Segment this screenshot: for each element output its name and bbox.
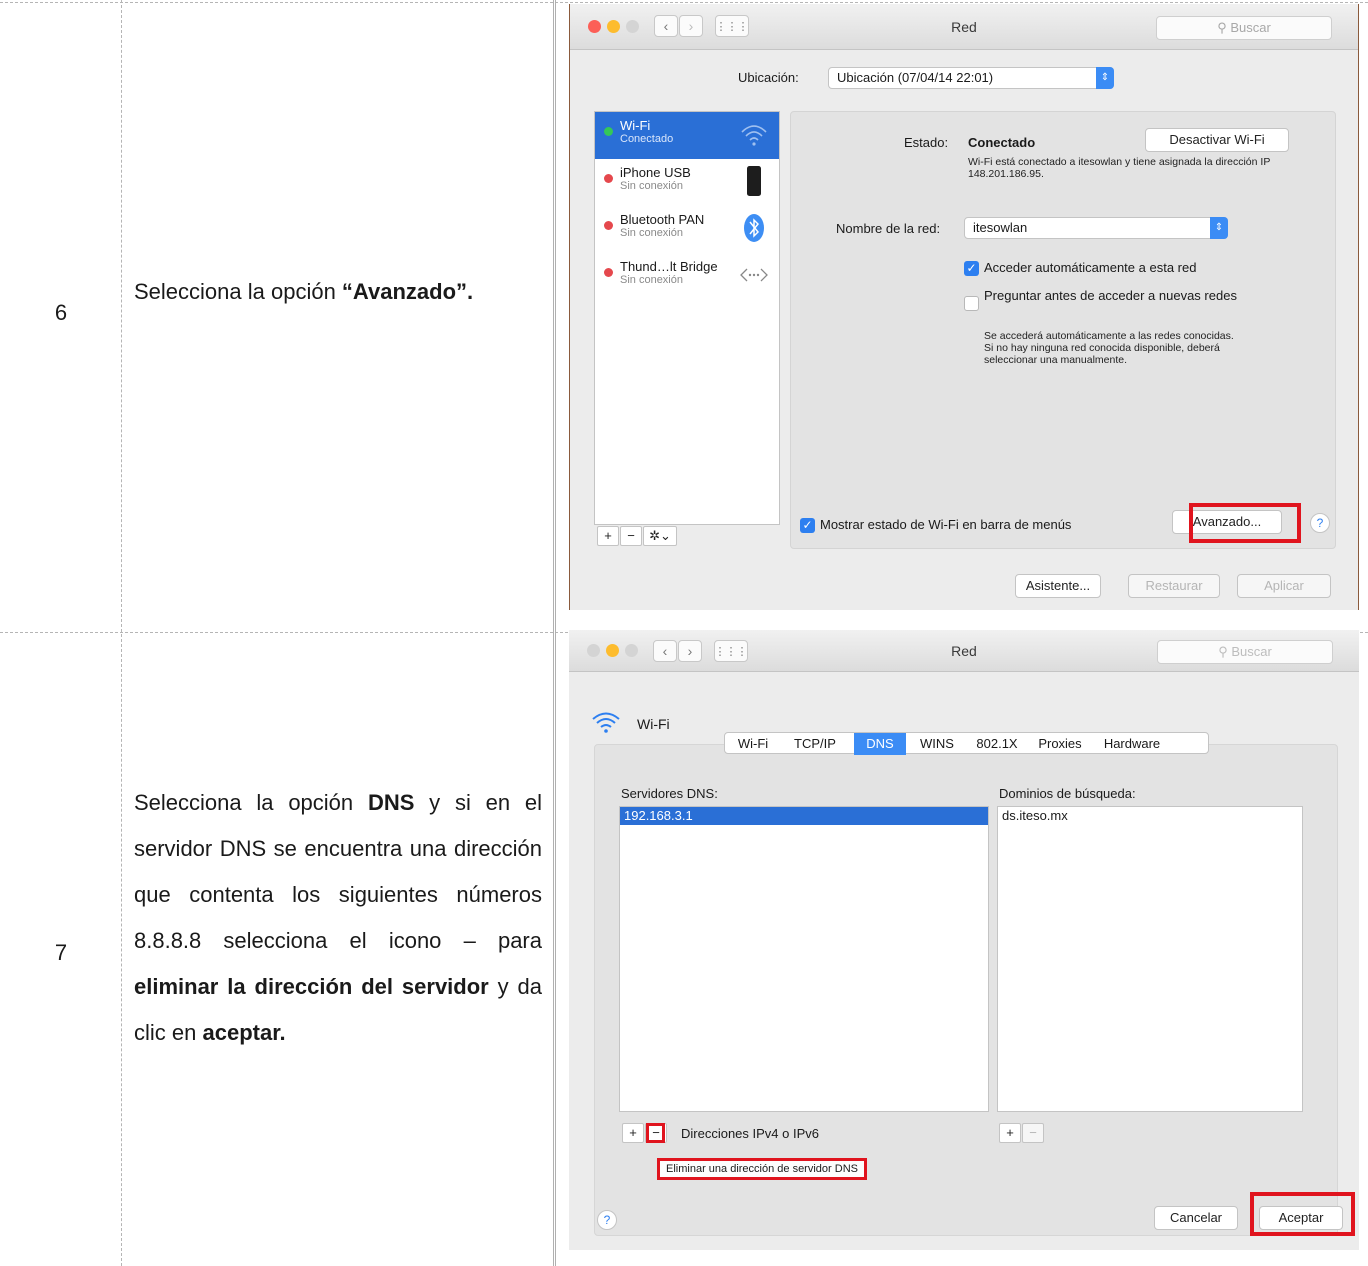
ask-join-checkbox[interactable] — [964, 296, 979, 311]
add-dns-server-button[interactable]: + — [622, 1123, 644, 1143]
search-field[interactable]: ⚲ Buscar — [1157, 640, 1333, 664]
search-domains-label: Dominios de búsqueda: — [999, 786, 1136, 801]
dns-server-row[interactable]: 192.168.3.1 — [620, 807, 988, 825]
add-service-button[interactable]: + — [597, 526, 619, 546]
service-item-thunderbolt-bridge[interactable]: Thund…lt Bridge Sin conexión — [595, 253, 779, 300]
step-number: 7 — [54, 940, 68, 965]
tooltip: Eliminar una dirección de servidor DNS — [657, 1158, 867, 1180]
bluetooth-icon — [744, 214, 764, 242]
service-status: Conectado — [620, 133, 674, 145]
gear-icon: ✲⌄ — [649, 528, 671, 543]
add-search-domain-button[interactable]: + — [999, 1123, 1021, 1143]
tab-proxies[interactable]: Proxies — [1030, 733, 1090, 755]
status-dot — [604, 174, 613, 183]
service-item-iphone-usb[interactable]: iPhone USB Sin conexión — [595, 159, 779, 206]
ask-join-label: Preguntar antes de acceder a nuevas rede… — [984, 288, 1237, 303]
status-dot — [604, 268, 613, 277]
plus-icon: + — [629, 1125, 637, 1140]
auto-join-checkbox[interactable]: ✓ — [964, 261, 979, 276]
service-name: Wi-Fi — [620, 118, 651, 133]
question-icon: ? — [603, 1213, 611, 1227]
network-name-label: Nombre de la red: — [836, 221, 941, 236]
service-status: Sin conexión — [620, 180, 683, 192]
network-advanced-window: ‹ › ⋮⋮⋮ Red ⚲ Buscar Wi-Fi Wi-Fi TCP/IP … — [569, 630, 1359, 1250]
search-field[interactable]: ⚲ Buscar — [1156, 16, 1332, 40]
stepper-arrows-icon: ⇕ — [1210, 217, 1228, 239]
tab-tcpip[interactable]: TCP/IP — [781, 733, 849, 755]
status-dot — [604, 127, 613, 136]
ask-join-description: Se accederá automáticamente a las redes … — [984, 330, 1234, 366]
restore-button[interactable]: Restaurar — [1128, 574, 1220, 598]
remove-search-domain-button[interactable]: − — [1022, 1123, 1044, 1143]
location-label: Ubicación: — [738, 70, 799, 85]
search-icon: ⚲ — [1217, 20, 1231, 35]
service-status: Sin conexión — [620, 274, 683, 286]
network-name-select[interactable]: itesowlan ⇕ — [964, 217, 1228, 239]
service-status: Sin conexión — [620, 227, 683, 239]
tab-wins[interactable]: WINS — [909, 733, 965, 755]
dns-servers-list[interactable]: 192.168.3.1 — [619, 806, 989, 1112]
title-bar: ‹ › ⋮⋮⋮ Red ⚲ Buscar — [569, 630, 1359, 672]
stepper-arrows-icon: ⇕ — [1096, 67, 1114, 89]
network-bridge-icon — [740, 268, 768, 282]
plus-icon: + — [1006, 1125, 1014, 1140]
apply-button[interactable]: Aplicar — [1237, 574, 1331, 598]
question-icon: ? — [1316, 516, 1324, 530]
highlight-box — [646, 1123, 665, 1143]
tab-8021x[interactable]: 802.1X — [967, 733, 1027, 755]
tab-hardware[interactable]: Hardware — [1093, 733, 1171, 755]
help-button[interactable]: ? — [1310, 513, 1330, 533]
search-icon: ⚲ — [1218, 644, 1232, 659]
status-value: Conectado — [968, 135, 1036, 150]
cancel-button[interactable]: Cancelar — [1154, 1206, 1238, 1230]
minus-icon: − — [1029, 1125, 1037, 1140]
interface-name: Wi-Fi — [637, 716, 670, 732]
service-name: Bluetooth PAN — [620, 212, 705, 227]
status-dot — [604, 221, 613, 230]
sheet-panel: Wi-Fi Wi-Fi TCP/IP DNS WINS 802.1X Proxi… — [569, 672, 1359, 1250]
tab-bar: Wi-Fi TCP/IP DNS WINS 802.1X Proxies Har… — [724, 732, 1209, 755]
help-button[interactable]: ? — [597, 1210, 617, 1230]
service-name: iPhone USB — [620, 165, 691, 180]
service-name: Thund…lt Bridge — [620, 259, 718, 274]
highlight-box — [1189, 503, 1301, 543]
show-status-label: Mostrar estado de Wi-Fi en barra de menú… — [820, 517, 1072, 532]
remove-service-button[interactable]: − — [620, 526, 642, 546]
address-hint: Direcciones IPv4 o IPv6 — [681, 1126, 820, 1141]
step-instruction: Selecciona la opción “Avanzado”. — [134, 279, 474, 304]
service-list[interactable]: Wi-Fi Conectado iPhone USB Sin conexión … — [594, 111, 780, 525]
assistant-button[interactable]: Asistente... — [1015, 574, 1101, 598]
action-menu-button[interactable]: ✲⌄ — [643, 526, 677, 546]
network-preferences-window: ‹ › ⋮⋮⋮ Red ⚲ Buscar Ubicación: Ubicació… — [569, 4, 1359, 610]
show-status-checkbox[interactable]: ✓ — [800, 518, 815, 533]
status-description: Wi-Fi está conectado a itesowlan y tiene… — [968, 156, 1271, 180]
step-number: 6 — [54, 300, 68, 325]
turn-off-wifi-button[interactable]: Desactivar Wi-Fi — [1145, 128, 1289, 152]
status-label: Estado: — [904, 135, 949, 150]
auto-join-label: Acceder automáticamente a esta red — [984, 260, 1197, 275]
service-item-bluetooth-pan[interactable]: Bluetooth PAN Sin conexión — [595, 206, 779, 253]
minus-icon: − — [627, 528, 635, 543]
wifi-icon — [741, 125, 767, 146]
table-border-top — [0, 2, 1368, 3]
table-column-divider — [553, 0, 556, 1266]
table-column-divider — [121, 0, 122, 1266]
iphone-icon — [747, 166, 761, 196]
search-domains-list[interactable]: ds.iteso.mx — [997, 806, 1303, 1112]
title-bar: ‹ › ⋮⋮⋮ Red ⚲ Buscar — [570, 4, 1358, 50]
wifi-icon — [592, 712, 620, 733]
search-domain-row[interactable]: ds.iteso.mx — [998, 807, 1302, 825]
service-item-wifi[interactable]: Wi-Fi Conectado — [595, 112, 779, 159]
step-instruction: Selecciona la opción DNS y si en el serv… — [134, 790, 543, 1045]
tab-dns[interactable]: DNS — [854, 733, 906, 755]
plus-icon: + — [604, 528, 612, 543]
location-select[interactable]: Ubicación (07/04/14 22:01) ⇕ — [828, 67, 1114, 89]
tab-wifi[interactable]: Wi-Fi — [725, 733, 781, 755]
highlight-box — [1250, 1192, 1355, 1236]
dns-servers-label: Servidores DNS: — [621, 786, 718, 801]
